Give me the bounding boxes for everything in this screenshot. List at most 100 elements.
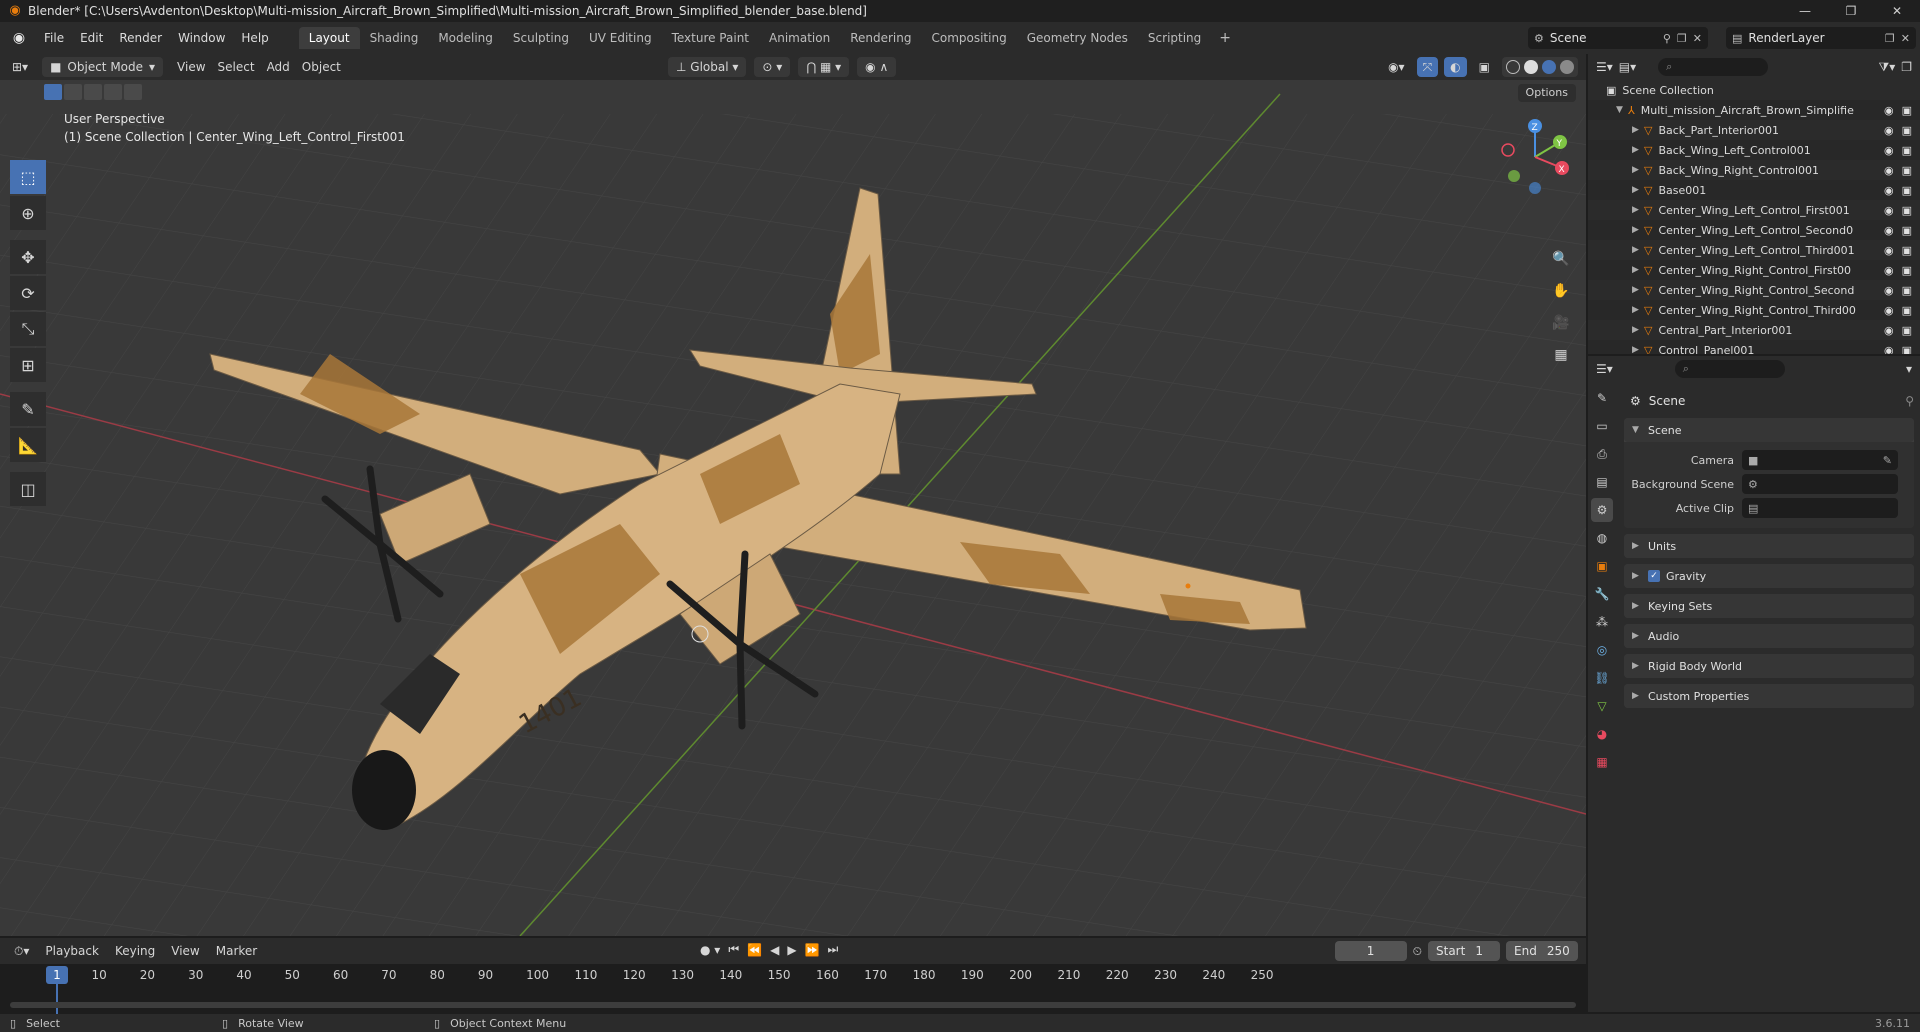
constraints-tab-icon[interactable]: ⛓	[1591, 666, 1613, 690]
chevron-right-icon[interactable]: ▶	[1632, 205, 1644, 215]
eye-icon[interactable]: ◉	[1884, 324, 1894, 337]
chevron-down-icon[interactable]: ▼	[1616, 105, 1628, 115]
ortho-grid-icon[interactable]: ▦	[1547, 342, 1575, 368]
play-reverse-icon[interactable]: ◀	[770, 943, 779, 957]
jump-end-icon[interactable]: ⏭	[828, 942, 839, 957]
menu-help[interactable]: Help	[233, 27, 276, 49]
outliner-scene-collection[interactable]: ▣ Scene Collection	[1588, 80, 1920, 100]
tab-compositing[interactable]: Compositing	[921, 27, 1016, 49]
panel-header[interactable]: ▶ Audio	[1624, 624, 1914, 648]
remove-icon[interactable]: ✕	[1693, 32, 1702, 45]
camera-icon[interactable]: ▣	[1902, 344, 1912, 355]
xray-toggle-icon[interactable]: ▣	[1473, 57, 1496, 77]
jump-keyframe-forward-icon[interactable]: ⏩	[805, 943, 820, 957]
tab-texture-paint[interactable]: Texture Paint	[662, 27, 759, 49]
properties-panel[interactable]: ☰▾ ⌕ ▾ ✎ ▭ ⎙ ▤ ⚙ ◍ ▣ 🔧 ⁂ ◎ ⛓ ▽ ◕ ▦ ⚙ Sce…	[1588, 356, 1920, 1012]
panel-header[interactable]: ▶ ✓ Gravity	[1624, 564, 1914, 588]
world-tab-icon[interactable]: ◍	[1591, 526, 1613, 550]
outliner-object-row[interactable]: ▶ ▽ Back_Part_Interior001 ◉ ▣	[1588, 120, 1920, 140]
end-frame-field[interactable]: End 250	[1506, 941, 1578, 961]
clock-icon[interactable]: ⏲	[1413, 944, 1422, 959]
scene-selector[interactable]: ⚙ Scene ⚲ ❐ ✕	[1528, 27, 1708, 49]
add-cube-tool-icon[interactable]: ◫	[10, 472, 46, 506]
view-layer-tab-icon[interactable]: ▤	[1591, 470, 1613, 494]
new-collection-icon[interactable]: ❐	[1901, 60, 1912, 74]
timeline-editor[interactable]: ⏱▾ Playback Keying View Marker ● ▾ ⏮ ⏪ ◀…	[0, 938, 1586, 1014]
chevron-right-icon[interactable]: ▶	[1632, 125, 1644, 135]
material-shading-icon[interactable]	[1542, 60, 1556, 74]
outliner-search-input[interactable]: ⌕	[1658, 58, 1769, 76]
menu-marker[interactable]: Marker	[208, 944, 265, 958]
navigation-gizmo[interactable]: Z Y X	[1490, 112, 1580, 202]
eye-icon[interactable]: ◉	[1884, 164, 1894, 177]
select-intersect-icon[interactable]	[124, 84, 142, 100]
menu-keying[interactable]: Keying	[107, 944, 163, 958]
start-frame-field[interactable]: Start 1	[1428, 941, 1500, 961]
eye-icon[interactable]: ◉	[1884, 224, 1894, 237]
camera-icon[interactable]: ▣	[1902, 304, 1912, 317]
tab-shading[interactable]: Shading	[360, 27, 429, 49]
menu-object[interactable]: Object	[296, 57, 347, 77]
outliner-object-row[interactable]: ▶ ▽ Central_Part_Interior001 ◉ ▣	[1588, 320, 1920, 340]
play-icon[interactable]: ▶	[787, 943, 796, 957]
tab-rendering[interactable]: Rendering	[840, 27, 921, 49]
outliner-object-row[interactable]: ▶ ▽ Center_Wing_Left_Control_First001 ◉ ▣	[1588, 200, 1920, 220]
zoom-icon[interactable]: 🔍	[1547, 246, 1575, 272]
outliner-object-row[interactable]: ▶ ▽ Back_Wing_Right_Control001 ◉ ▣	[1588, 160, 1920, 180]
material-tab-icon[interactable]: ◕	[1591, 722, 1613, 746]
pivot-selector[interactable]: ⊙ ▾	[754, 57, 791, 77]
chevron-right-icon[interactable]: ▶	[1632, 245, 1644, 255]
display-mode-icon[interactable]: ▤▾	[1619, 60, 1636, 74]
tab-sculpting[interactable]: Sculpting	[503, 27, 579, 49]
chevron-right-icon[interactable]: ▶	[1632, 285, 1644, 295]
camera-icon[interactable]: ▣	[1902, 244, 1912, 257]
camera-icon[interactable]: ▣	[1902, 224, 1912, 237]
physics-tab-icon[interactable]: ◎	[1591, 638, 1613, 662]
annotate-tool-icon[interactable]: ✎	[10, 392, 46, 426]
properties-search-input[interactable]: ⌕	[1674, 360, 1785, 378]
options-dropdown[interactable]: Options	[1517, 84, 1576, 102]
outliner-object-row[interactable]: ▶ ▽ Center_Wing_Left_Control_Third001 ◉ ▣	[1588, 240, 1920, 260]
object-tab-icon[interactable]: ▣	[1591, 554, 1613, 578]
close-button[interactable]: ✕	[1874, 0, 1920, 22]
jump-keyframe-back-icon[interactable]: ⏪	[747, 943, 762, 957]
camera-icon[interactable]: ▣	[1902, 264, 1912, 277]
current-frame-field[interactable]: 1	[1334, 941, 1407, 961]
scene-tab-icon[interactable]: ⚙	[1591, 498, 1613, 522]
menu-add[interactable]: Add	[261, 57, 296, 77]
chevron-right-icon[interactable]: ▶	[1632, 265, 1644, 275]
pan-hand-icon[interactable]: ✋	[1547, 278, 1575, 304]
solid-shading-icon[interactable]	[1524, 60, 1538, 74]
particles-tab-icon[interactable]: ⁂	[1591, 610, 1613, 634]
copy-layer-icon[interactable]: ❐	[1885, 32, 1895, 45]
chevron-right-icon[interactable]: ▶	[1632, 345, 1644, 354]
snap-toggle[interactable]: ⋂ ▦ ▾	[798, 57, 850, 77]
camera-view-icon[interactable]: 🎥	[1547, 310, 1575, 336]
select-subtract-icon[interactable]	[84, 84, 102, 100]
menu-render[interactable]: Render	[111, 27, 170, 49]
outliner-object-row[interactable]: ▶ ▽ Center_Wing_Right_Control_First00 ◉ ▣	[1588, 260, 1920, 280]
camera-icon[interactable]: ▣	[1902, 284, 1912, 297]
3d-viewport[interactable]: 1401 ⊞▾ ■ Object Mode ▾ View Select Add …	[0, 54, 1586, 936]
panel-header[interactable]: ▶ Rigid Body World	[1624, 654, 1914, 678]
select-new-icon[interactable]	[44, 84, 62, 100]
copy-icon[interactable]: ❐	[1677, 32, 1687, 45]
eye-icon[interactable]: ◉	[1884, 284, 1894, 297]
scene-panel-header[interactable]: ▼ Scene	[1624, 418, 1914, 442]
select-extend-icon[interactable]	[64, 84, 82, 100]
editor-type-icon[interactable]: ⊞▾	[6, 57, 34, 77]
pin-icon[interactable]: ⚲	[1663, 32, 1671, 45]
outliner-object-row[interactable]: ▶ ▽ Back_Wing_Left_Control001 ◉ ▣	[1588, 140, 1920, 160]
overlay-toggle-icon[interactable]: ◐	[1444, 57, 1467, 77]
tab-layout[interactable]: Layout	[298, 27, 360, 49]
render-tab-icon[interactable]: ▭	[1591, 414, 1613, 438]
gizmo-toggle-icon[interactable]: ⤧	[1416, 57, 1439, 77]
camera-icon[interactable]: ▣	[1902, 324, 1912, 337]
transform-tool-icon[interactable]: ⊞	[10, 348, 46, 382]
mode-selector[interactable]: ■ Object Mode ▾	[42, 57, 164, 77]
outliner-object-row[interactable]: ▶ ▽ Base001 ◉ ▣	[1588, 180, 1920, 200]
orientation-selector[interactable]: ⊥ Global ▾	[668, 57, 747, 77]
eye-icon[interactable]: ◉	[1884, 244, 1894, 257]
tab-geometry-nodes[interactable]: Geometry Nodes	[1017, 27, 1138, 49]
chevron-right-icon[interactable]: ▶	[1632, 325, 1644, 335]
